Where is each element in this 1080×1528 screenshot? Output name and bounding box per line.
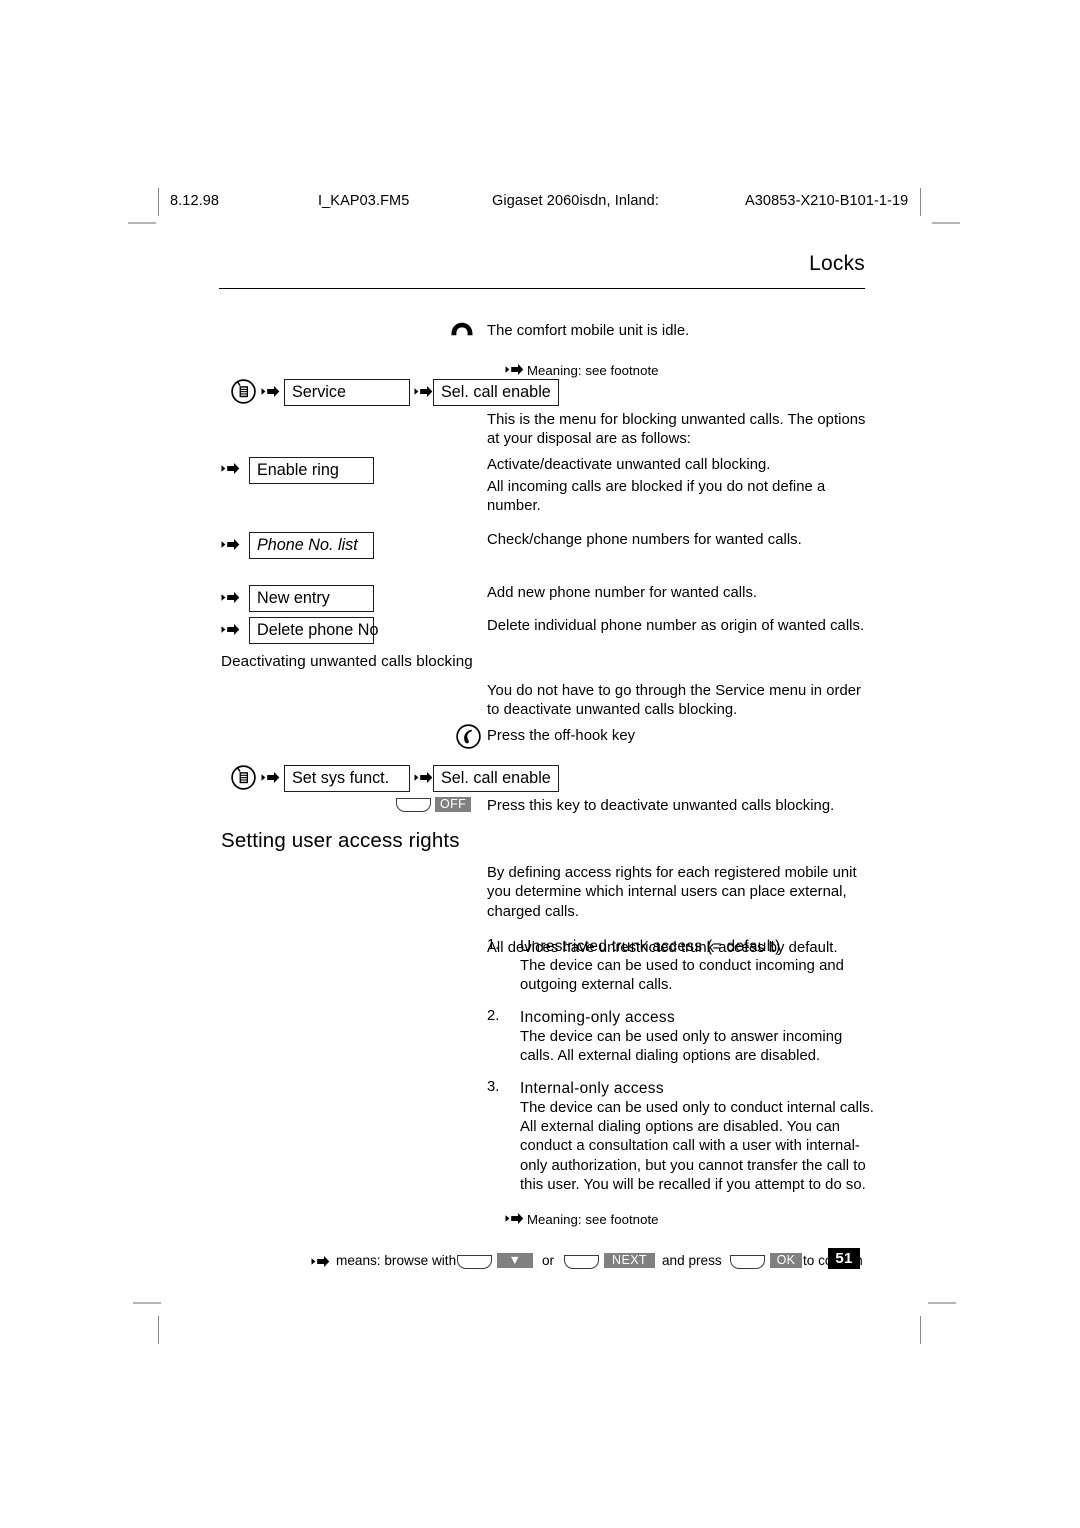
page-number: 51 [828,1248,860,1269]
idle-note: The comfort mobile unit is idle. [487,323,690,339]
handset-onhook-icon [451,322,473,336]
browse-arrow-icon-3 [261,772,280,783]
desc-new-entry: Add new phone number for wanted calls. [487,585,758,601]
crop-mark-bottom-left [158,1316,159,1344]
crop-mark-top-right [920,188,921,216]
crop-mark-bottom-right [920,1316,921,1344]
crop-mark-top-left-h [128,222,156,224]
display-label-next: NEXT [604,1253,655,1268]
list-item-heading: Internal-only access [520,1080,664,1098]
display-box-sel-call-enable-2[interactable]: Sel. call enable [433,765,559,793]
list-item-body: The device can be used only to conduct i… [520,1099,874,1193]
browse-arrow-icon-new-entry [221,592,240,603]
deactivating-body: You do not have to go through the Servic… [487,683,862,719]
menu-key-icon[interactable] [231,379,256,404]
list-item-number: 2. [487,1008,500,1025]
legend-text-or: or [542,1253,555,1268]
browse-arrow-icon-footer [505,1213,524,1224]
list-item-heading: Unrestricted trunk access (= default) [520,938,781,955]
soft-key-ok[interactable] [730,1255,765,1269]
browse-arrow-icon-2 [414,386,433,397]
offhook-instruction: Press the off-hook key [487,728,636,744]
list-item-heading: Incoming-only access [520,1009,675,1027]
browse-arrow-icon-4 [414,772,433,783]
legend-text-1: means: browse with [336,1253,457,1268]
display-label-down-arrow: ▼ [497,1253,533,1268]
display-label-off: OFF [435,797,471,812]
footer-footnote-text: Meaning: see footnote [527,1212,659,1227]
crop-mark-top-left [158,188,159,216]
display-box-new-entry[interactable]: New entry [249,585,374,613]
display-box-set-sys-funct[interactable]: Set sys funct. [284,765,410,793]
title-divider [219,288,865,289]
desc-delete-phone-no: Delete individual phone number as origin… [487,618,865,634]
soft-key-button[interactable] [396,798,431,812]
header-filename: I_KAP03.FM5 [318,193,410,209]
section-heading: Setting user access rights [221,829,460,852]
intro-paragraph: This is the menu for blocking unwanted c… [487,412,866,448]
display-box-enable-ring[interactable]: Enable ring [249,457,374,485]
softkey-instruction: Press this key to deactivate unwanted ca… [487,798,835,814]
soft-key-down[interactable] [457,1255,492,1269]
display-box-service[interactable]: Service [284,379,410,407]
section-intro-1: By defining access rights for each regis… [487,865,857,920]
crop-mark-top-right-h [932,222,960,224]
browse-arrow-icon-phone-no-list [221,539,240,550]
desc-phone-no-list: Check/change phone numbers for wanted ca… [487,532,802,548]
subheading-deactivating: Deactivating unwanted calls blocking [221,653,473,670]
display-label-ok: OK [770,1253,802,1268]
list-item-body: The device can be used to conduct incomi… [520,957,844,993]
document-page: 8.12.98 I_KAP03.FM5 Gigaset 2060isdn, In… [0,0,1080,1528]
browse-arrow-icon-delete-phone-no [221,624,240,635]
display-box-delete-phone-no[interactable]: Delete phone No [249,617,379,645]
chapter-title: Locks [809,252,865,275]
menu-key-icon-2[interactable] [231,765,256,790]
document-header: 8.12.98 I_KAP03.FM5 Gigaset 2060isdn, In… [170,193,920,211]
display-box-phone-no-list[interactable]: Phone No. list [249,532,374,560]
soft-key-next[interactable] [564,1255,599,1269]
desc-enable-ring-1: Activate/deactivate unwanted call blocki… [487,457,771,473]
list-item-body: The device can be used only to answer in… [520,1028,843,1064]
crop-mark-bottom-left-h [133,1302,161,1304]
list-item-number: 3. [487,1079,500,1096]
legend-text-2: and press [662,1253,722,1268]
browse-arrow-icon-top [505,364,524,375]
offhook-key-icon[interactable] [456,724,481,749]
header-date: 8.12.98 [170,193,220,209]
desc-enable-ring-2: All incoming calls are blocked if you do… [487,479,826,515]
browse-arrow-icon-legend [311,1256,330,1267]
list-item: 3. Internal-only access The device can b… [487,1079,877,1195]
list-item-number: 1. [487,937,500,953]
browse-arrow-icon-enable-ring [221,463,240,474]
crop-mark-bottom-right-h [928,1302,956,1304]
list-item: 1. Unrestricted trunk access (= default)… [487,937,877,995]
header-doc-code: A30853-X210-B101-1-19 [745,193,909,209]
list-item: 2. Incoming-only access The device can b… [487,1008,877,1066]
browse-arrow-icon-1 [261,386,280,397]
header-product: Gigaset 2060isdn, Inland: [492,193,659,209]
footnote-top-text: Meaning: see footnote [527,363,659,378]
display-box-sel-call-enable[interactable]: Sel. call enable [433,379,559,407]
access-rights-list: 1. Unrestricted trunk access (= default)… [487,937,877,1208]
